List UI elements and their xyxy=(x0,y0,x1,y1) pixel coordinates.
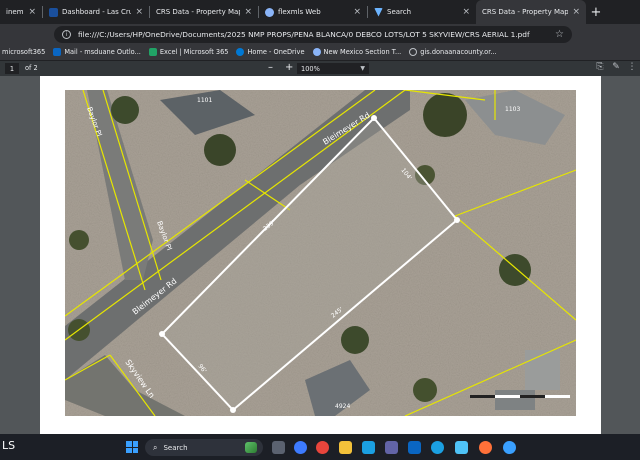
close-icon[interactable]: × xyxy=(135,7,143,17)
chevron-down-icon: ▼ xyxy=(360,65,365,72)
taskbar-left-text: LS xyxy=(2,439,16,452)
info-icon[interactable]: i xyxy=(62,30,71,39)
tab-crs-data-active[interactable]: CRS Data - Property Map for - C × xyxy=(476,0,586,24)
app-icon[interactable] xyxy=(503,441,516,454)
bookmark-label: microsoft365 xyxy=(2,48,46,56)
bookmark-excel[interactable]: Excel | Microsoft 365 xyxy=(148,48,229,56)
chrome-icon[interactable] xyxy=(316,441,329,454)
tree xyxy=(204,134,236,166)
tree xyxy=(111,96,139,124)
dashboard-favicon-icon xyxy=(49,7,58,17)
close-icon[interactable]: × xyxy=(462,7,470,17)
taskbar: LS ⌕ Search xyxy=(0,434,640,460)
bookmark-star-icon[interactable]: ☆ xyxy=(555,29,564,40)
text-tool-icon[interactable]: ⎘ xyxy=(592,62,608,72)
page-number-input[interactable]: 1 xyxy=(5,63,19,74)
bookmark-nm-section[interactable]: New Mexico Section T... xyxy=(312,48,402,56)
zoom-out-button[interactable]: – xyxy=(268,62,273,73)
bookmark-label: Mail - msduane Outlo... xyxy=(64,48,141,56)
close-icon[interactable]: × xyxy=(572,7,580,17)
tab-label: Dashboard - Las Cruces Area xyxy=(62,8,132,16)
onedrive-icon xyxy=(236,48,245,56)
bookmark-label: Home - OneDrive xyxy=(247,48,305,56)
teams-icon[interactable] xyxy=(385,441,398,454)
address-1101: 1101 xyxy=(197,97,212,104)
tree xyxy=(69,230,89,250)
tab-label: CRS Data - Property Map for - C xyxy=(156,8,240,16)
tab-crs-data[interactable]: CRS Data - Property Map for - C × xyxy=(150,0,258,24)
edge-icon[interactable] xyxy=(431,441,444,454)
zoom-value: 100% xyxy=(301,64,320,73)
tab-label: CRS Data - Property Map for - C xyxy=(482,8,569,16)
scale-bar xyxy=(470,395,570,398)
tab-label: inem - Outlook xyxy=(6,8,24,16)
close-icon[interactable]: × xyxy=(28,7,36,17)
copilot-icon[interactable] xyxy=(455,441,468,454)
bookmark-mail[interactable]: Mail - msduane Outlo... xyxy=(53,48,141,56)
windows-start-icon[interactable] xyxy=(126,441,138,453)
bookmark-label: gis.donaanacounty.or... xyxy=(420,48,497,56)
tree xyxy=(341,326,369,354)
tab-search[interactable]: Search × xyxy=(368,0,476,24)
mail-icon xyxy=(53,48,62,56)
address-1103: 1103 xyxy=(505,106,520,113)
task-view-icon[interactable] xyxy=(272,441,285,454)
close-icon[interactable]: × xyxy=(244,7,252,17)
screen: inem - Outlook × Dashboard - Las Cruces … xyxy=(0,0,640,460)
taskbar-search-label: Search xyxy=(163,443,188,452)
pdf-page: Bleimeyer Rd Bleimeyer Rd Baylor Pl Bayl… xyxy=(40,76,601,434)
excel-icon xyxy=(148,48,157,56)
globe-icon xyxy=(409,48,418,56)
taskbar-search[interactable]: ⌕ Search xyxy=(145,439,263,456)
draw-pen-icon[interactable]: ✎ xyxy=(608,62,624,72)
tab-outlook[interactable]: inem - Outlook × xyxy=(0,0,42,24)
tab-strip: inem - Outlook × Dashboard - Las Cruces … xyxy=(0,0,640,24)
pdf-viewport[interactable]: Bleimeyer Rd Bleimeyer Rd Baylor Pl Bayl… xyxy=(0,76,640,434)
zoom-select[interactable]: 100% ▼ xyxy=(297,63,369,74)
tree xyxy=(423,93,467,137)
tab-flexmls[interactable]: flexmls Web × xyxy=(259,0,367,24)
search-favicon-icon xyxy=(374,7,383,17)
parcel-corner xyxy=(371,115,377,121)
search-highlight-icon xyxy=(245,442,257,453)
close-icon[interactable]: × xyxy=(353,7,361,17)
tab-label: flexmls Web xyxy=(278,8,321,16)
pdf-tools: ⎘ ✎ ⋮ xyxy=(592,62,640,72)
outlook-icon[interactable] xyxy=(408,441,421,454)
shed-roof xyxy=(495,390,535,410)
more-icon[interactable]: ⋮ xyxy=(624,62,640,72)
file-explorer-icon[interactable] xyxy=(339,441,352,454)
bookmarks-bar: microsoft365 Mail - msduane Outlo... Exc… xyxy=(0,44,640,61)
tree xyxy=(413,378,437,402)
bookmark-label: New Mexico Section T... xyxy=(323,48,402,56)
address-4924: 4924 xyxy=(335,403,350,410)
tab-dashboard[interactable]: Dashboard - Las Cruces Area × xyxy=(43,0,149,24)
aerial-map-svg: Bleimeyer Rd Bleimeyer Rd Baylor Pl Bayl… xyxy=(65,90,576,416)
bookmark-onedrive[interactable]: Home - OneDrive xyxy=(236,48,305,56)
zoom-in-button[interactable]: + xyxy=(285,62,293,73)
tree xyxy=(499,254,531,286)
shed-roof xyxy=(525,350,560,390)
parcel-corner xyxy=(159,331,165,337)
address-bar[interactable]: i file:///C:/Users/HP/OneDrive/Documents… xyxy=(54,26,572,43)
mail-app-icon[interactable] xyxy=(362,441,375,454)
bookmark-gis[interactable]: gis.donaanacounty.or... xyxy=(409,48,497,56)
flexmls-favicon-icon xyxy=(265,7,274,17)
new-tab-button[interactable]: + xyxy=(586,0,606,24)
store-icon[interactable] xyxy=(294,441,307,454)
tab-label: Search xyxy=(387,8,412,16)
pdf-toolbar: 1 of 2 – + 100% ▼ ⎘ ✎ ⋮ xyxy=(0,61,640,76)
bookmark-label: Excel | Microsoft 365 xyxy=(159,48,229,56)
aerial-map: Bleimeyer Rd Bleimeyer Rd Baylor Pl Bayl… xyxy=(65,90,576,416)
url-text[interactable]: file:///C:/Users/HP/OneDrive/Documents/2… xyxy=(78,30,555,39)
firefox-icon[interactable] xyxy=(479,441,492,454)
search-icon: ⌕ xyxy=(153,442,158,452)
parcel-corner xyxy=(454,217,460,223)
parcel-corner xyxy=(230,407,236,413)
bookmark-microsoft365[interactable]: microsoft365 xyxy=(2,48,45,56)
globe-icon xyxy=(312,48,321,56)
page-total: of 2 xyxy=(25,64,38,72)
address-row: i file:///C:/Users/HP/OneDrive/Documents… xyxy=(0,24,640,44)
